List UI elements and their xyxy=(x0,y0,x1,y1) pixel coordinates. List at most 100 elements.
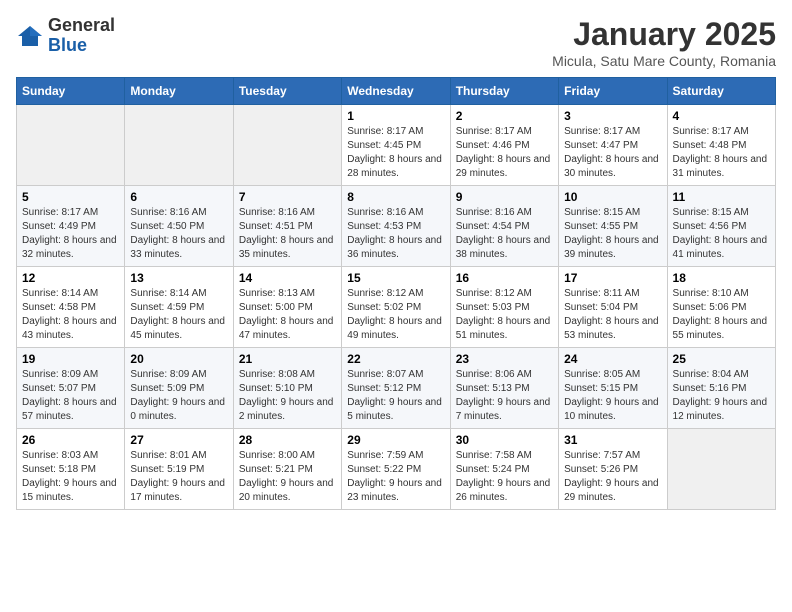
weekday-header-cell: Friday xyxy=(559,78,667,105)
calendar-week-row: 19Sunrise: 8:09 AMSunset: 5:07 PMDayligh… xyxy=(17,348,776,429)
calendar-day-cell: 25 Sunrise: 8:04 AMSunset: 5:16 PMDayligh… xyxy=(667,348,775,429)
weekday-header-cell: Monday xyxy=(125,78,233,105)
calendar-day-cell: 28 Sunrise: 8:00 AMSunset: 5:21 PMDayligh… xyxy=(233,429,341,510)
calendar-day-cell: 7 Sunrise: 8:16 AMSunset: 4:51 PMDaylight… xyxy=(233,186,341,267)
calendar-day-cell xyxy=(233,105,341,186)
day-number: 1 xyxy=(347,109,444,123)
day-number: 19 xyxy=(22,352,119,366)
day-info: Sunrise: 8:09 AMSunset: 5:09 PMDaylight:… xyxy=(130,368,227,424)
calendar-week-row: 1 Sunrise: 8:17 AMSunset: 4:45 PMDaylight… xyxy=(17,105,776,186)
calendar-day-cell: 31 Sunrise: 7:57 AMSunset: 5:26 PMDayligh… xyxy=(559,429,667,510)
calendar-day-cell: 13 Sunrise: 8:14 AMSunset: 4:59 PMDayligh… xyxy=(125,267,233,348)
calendar-day-cell: 24Sunrise: 8:05 AMSunset: 5:15 PMDayligh… xyxy=(559,348,667,429)
day-number: 22 xyxy=(347,352,444,366)
day-number: 31 xyxy=(564,433,661,447)
calendar-week-row: 26 Sunrise: 8:03 AMSunset: 5:18 PMDayligh… xyxy=(17,429,776,510)
weekday-header-cell: Tuesday xyxy=(233,78,341,105)
day-number: 11 xyxy=(673,190,770,204)
day-info: Sunrise: 8:07 AMSunset: 5:12 PMDaylight:… xyxy=(347,368,444,424)
calendar-day-cell xyxy=(667,429,775,510)
day-number: 27 xyxy=(130,433,227,447)
day-number: 13 xyxy=(130,271,227,285)
weekday-header-cell: Wednesday xyxy=(342,78,450,105)
day-info: Sunrise: 8:17 AMSunset: 4:45 PMDaylight:… xyxy=(347,125,444,181)
calendar-day-cell: 8 Sunrise: 8:16 AMSunset: 4:53 PMDaylight… xyxy=(342,186,450,267)
calendar-day-cell: 30 Sunrise: 7:58 AMSunset: 5:24 PMDayligh… xyxy=(450,429,558,510)
day-info: Sunrise: 7:58 AMSunset: 5:24 PMDaylight:… xyxy=(456,449,553,505)
day-info: Sunrise: 8:00 AMSunset: 5:21 PMDaylight:… xyxy=(239,449,336,505)
calendar-day-cell: 9 Sunrise: 8:16 AMSunset: 4:54 PMDaylight… xyxy=(450,186,558,267)
day-number: 29 xyxy=(347,433,444,447)
weekday-header-cell: Thursday xyxy=(450,78,558,105)
day-number: 10 xyxy=(564,190,661,204)
day-number: 9 xyxy=(456,190,553,204)
calendar-week-row: 5 Sunrise: 8:17 AMSunset: 4:49 PMDaylight… xyxy=(17,186,776,267)
day-info: Sunrise: 7:59 AMSunset: 5:22 PMDaylight:… xyxy=(347,449,444,505)
day-info: Sunrise: 8:16 AMSunset: 4:53 PMDaylight:… xyxy=(347,206,444,262)
calendar-day-cell: 6 Sunrise: 8:16 AMSunset: 4:50 PMDaylight… xyxy=(125,186,233,267)
day-info: Sunrise: 8:11 AMSunset: 5:04 PMDaylight:… xyxy=(564,287,661,343)
calendar-day-cell: 5 Sunrise: 8:17 AMSunset: 4:49 PMDaylight… xyxy=(17,186,125,267)
calendar-day-cell: 26 Sunrise: 8:03 AMSunset: 5:18 PMDayligh… xyxy=(17,429,125,510)
day-number: 8 xyxy=(347,190,444,204)
calendar-day-cell: 29 Sunrise: 7:59 AMSunset: 5:22 PMDayligh… xyxy=(342,429,450,510)
header: General Blue January 2025 Micula, Satu M… xyxy=(16,16,776,69)
weekday-header-cell: Saturday xyxy=(667,78,775,105)
day-number: 15 xyxy=(347,271,444,285)
calendar-day-cell: 23 Sunrise: 8:06 AMSunset: 5:13 PMDayligh… xyxy=(450,348,558,429)
calendar-day-cell: 4Sunrise: 8:17 AMSunset: 4:48 PMDaylight… xyxy=(667,105,775,186)
calendar-day-cell xyxy=(125,105,233,186)
calendar-day-cell: 27 Sunrise: 8:01 AMSunset: 5:19 PMDayligh… xyxy=(125,429,233,510)
weekday-header-cell: Sunday xyxy=(17,78,125,105)
weekday-header-row: SundayMondayTuesdayWednesdayThursdayFrid… xyxy=(17,78,776,105)
day-info: Sunrise: 8:15 AMSunset: 4:56 PMDaylight:… xyxy=(673,206,770,262)
calendar-day-cell: 21Sunrise: 8:08 AMSunset: 5:10 PMDayligh… xyxy=(233,348,341,429)
day-info: Sunrise: 8:16 AMSunset: 4:50 PMDaylight:… xyxy=(130,206,227,262)
day-number: 3 xyxy=(564,109,661,123)
day-info: Sunrise: 8:17 AMSunset: 4:46 PMDaylight:… xyxy=(456,125,553,181)
calendar-day-cell: 17Sunrise: 8:11 AMSunset: 5:04 PMDayligh… xyxy=(559,267,667,348)
day-info: Sunrise: 8:12 AMSunset: 5:03 PMDaylight:… xyxy=(456,287,553,343)
calendar-title: January 2025 xyxy=(552,16,776,53)
day-number: 18 xyxy=(673,271,770,285)
day-info: Sunrise: 8:17 AMSunset: 4:47 PMDaylight:… xyxy=(564,125,661,181)
day-number: 6 xyxy=(130,190,227,204)
calendar-day-cell: 16Sunrise: 8:12 AMSunset: 5:03 PMDayligh… xyxy=(450,267,558,348)
title-area: January 2025 Micula, Satu Mare County, R… xyxy=(552,16,776,69)
day-info: Sunrise: 8:04 AMSunset: 5:16 PMDaylight:… xyxy=(673,368,770,424)
calendar-day-cell: 18Sunrise: 8:10 AMSunset: 5:06 PMDayligh… xyxy=(667,267,775,348)
day-number: 7 xyxy=(239,190,336,204)
day-info: Sunrise: 8:06 AMSunset: 5:13 PMDaylight:… xyxy=(456,368,553,424)
day-number: 4 xyxy=(673,109,770,123)
calendar-day-cell: 20 Sunrise: 8:09 AMSunset: 5:09 PMDayligh… xyxy=(125,348,233,429)
day-info: Sunrise: 8:14 AMSunset: 4:59 PMDaylight:… xyxy=(130,287,227,343)
day-number: 5 xyxy=(22,190,119,204)
calendar-day-cell: 15 Sunrise: 8:12 AMSunset: 5:02 PMDayligh… xyxy=(342,267,450,348)
calendar-day-cell: 10 Sunrise: 8:15 AMSunset: 4:55 PMDayligh… xyxy=(559,186,667,267)
day-info: Sunrise: 8:01 AMSunset: 5:19 PMDaylight:… xyxy=(130,449,227,505)
logo: General Blue xyxy=(16,16,115,56)
day-info: Sunrise: 8:12 AMSunset: 5:02 PMDaylight:… xyxy=(347,287,444,343)
calendar-day-cell: 22 Sunrise: 8:07 AMSunset: 5:12 PMDayligh… xyxy=(342,348,450,429)
logo-text: General Blue xyxy=(48,16,115,56)
day-number: 26 xyxy=(22,433,119,447)
day-info: Sunrise: 8:15 AMSunset: 4:55 PMDaylight:… xyxy=(564,206,661,262)
day-info: Sunrise: 8:16 AMSunset: 4:51 PMDaylight:… xyxy=(239,206,336,262)
calendar-body: 1 Sunrise: 8:17 AMSunset: 4:45 PMDaylight… xyxy=(17,105,776,510)
day-number: 25 xyxy=(673,352,770,366)
day-number: 20 xyxy=(130,352,227,366)
day-number: 30 xyxy=(456,433,553,447)
day-number: 14 xyxy=(239,271,336,285)
day-number: 2 xyxy=(456,109,553,123)
calendar-table: SundayMondayTuesdayWednesdayThursdayFrid… xyxy=(16,77,776,510)
day-number: 28 xyxy=(239,433,336,447)
day-info: Sunrise: 7:57 AMSunset: 5:26 PMDaylight:… xyxy=(564,449,661,505)
day-info: Sunrise: 8:17 AMSunset: 4:49 PMDaylight:… xyxy=(22,206,119,262)
day-info: Sunrise: 8:08 AMSunset: 5:10 PMDaylight:… xyxy=(239,368,336,424)
day-number: 23 xyxy=(456,352,553,366)
day-info: Sunrise: 8:03 AMSunset: 5:18 PMDaylight:… xyxy=(22,449,119,505)
day-number: 12 xyxy=(22,271,119,285)
calendar-day-cell xyxy=(17,105,125,186)
day-info: Sunrise: 8:16 AMSunset: 4:54 PMDaylight:… xyxy=(456,206,553,262)
calendar-day-cell: 11 Sunrise: 8:15 AMSunset: 4:56 PMDayligh… xyxy=(667,186,775,267)
